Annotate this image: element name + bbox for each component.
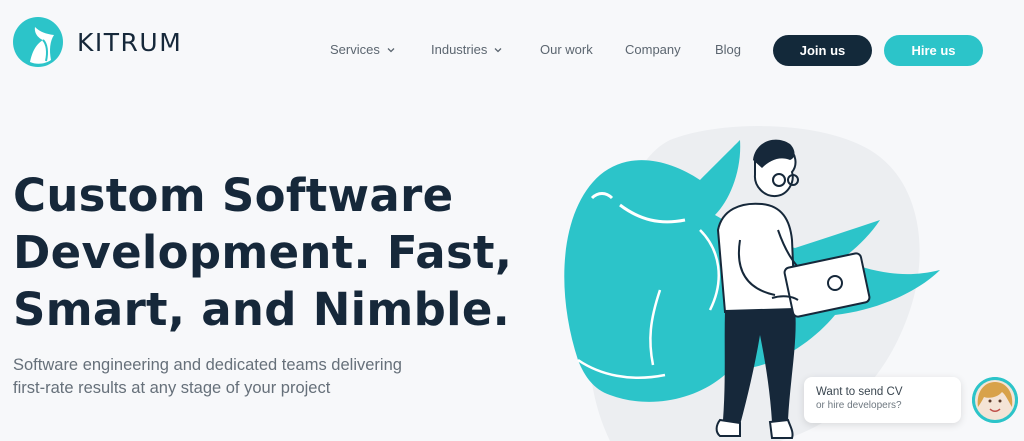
chevron-down-icon [387, 47, 395, 52]
nav-our-work-label: Our work [540, 42, 593, 57]
hero-title-line2: Development. Fast, [13, 226, 513, 279]
nav-services-label: Services [330, 42, 380, 57]
hero-title-line3: Smart, and Nimble. [13, 283, 511, 336]
brand-logo[interactable]: KITRUM [13, 17, 182, 67]
nav-services[interactable]: Services [330, 42, 395, 57]
chat-line2: or hire developers? [816, 400, 902, 411]
nav-industries[interactable]: Industries [431, 42, 502, 57]
chat-line1: Want to send CV [816, 386, 903, 398]
nav-our-work[interactable]: Our work [540, 42, 593, 57]
hero-subtitle: Software engineering and dedicated teams… [13, 356, 402, 397]
nav-company[interactable]: Company [625, 42, 681, 57]
support-avatar[interactable] [972, 377, 1018, 423]
nav-blog[interactable]: Blog [715, 42, 741, 57]
hero-title: Custom Software Development. Fast, Smart… [13, 167, 533, 338]
support-avatar-image [972, 377, 1018, 423]
kitrum-logo-icon [13, 17, 63, 67]
hero-title-line1: Custom Software [13, 169, 454, 222]
brand-name: KITRUM [77, 27, 183, 57]
chat-widget[interactable]: Want to send CV or hire developers? [804, 377, 961, 423]
chevron-down-icon [494, 47, 502, 52]
hire-us-button[interactable]: Hire us [884, 35, 983, 66]
nav-blog-label: Blog [715, 42, 742, 57]
nav-industries-label: Industries [431, 42, 488, 57]
nav-company-label: Company [625, 42, 681, 57]
join-us-button[interactable]: Join us [773, 35, 872, 66]
